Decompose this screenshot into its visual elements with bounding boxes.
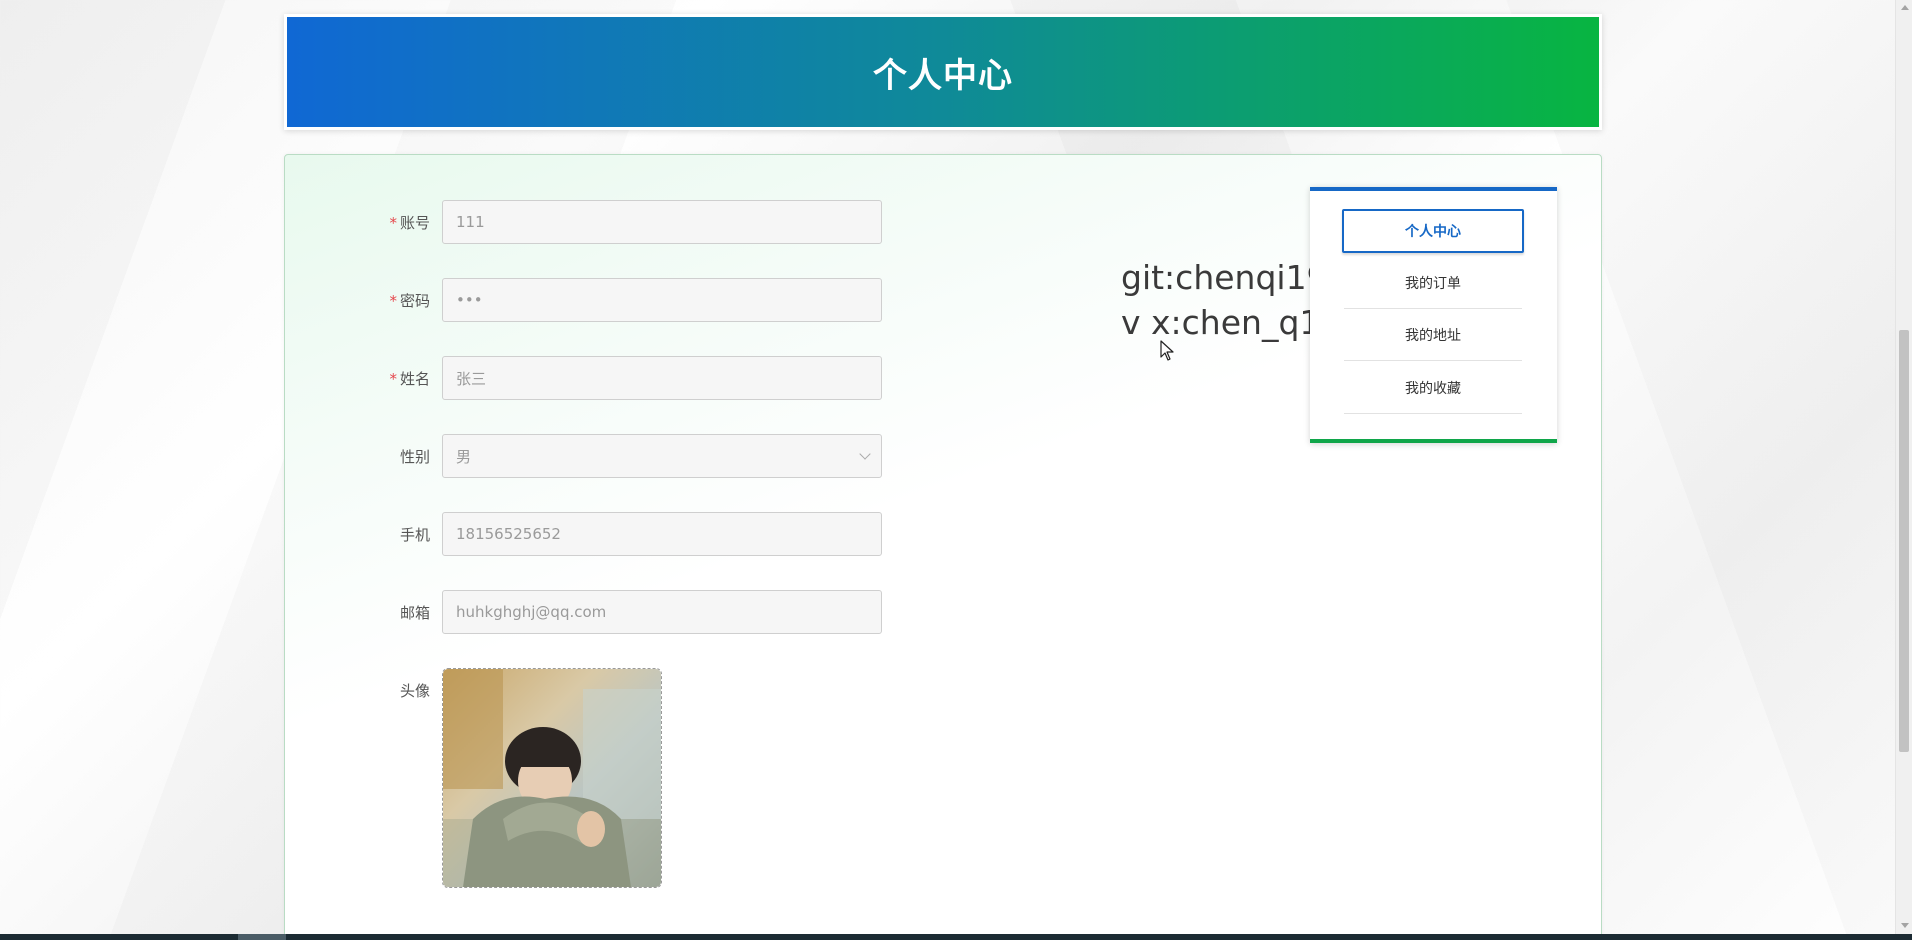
avatar-upload[interactable] xyxy=(442,668,662,888)
email-label-text: 邮箱 xyxy=(399,603,430,622)
gender-select[interactable]: 男 xyxy=(442,434,882,478)
page-scrollbar[interactable] xyxy=(1895,0,1912,934)
required-mark: * xyxy=(389,213,397,232)
password-label-text: 密码 xyxy=(399,291,430,310)
name-row: * 姓名 张三 xyxy=(285,356,882,400)
password-label: * 密码 xyxy=(285,290,442,311)
account-row: * 账号 111 xyxy=(285,200,882,244)
required-mark: * xyxy=(389,369,397,388)
mouse-pointer-icon xyxy=(1160,340,1174,361)
avatar-row: 头像 xyxy=(285,668,662,888)
phone-field[interactable]: 18156525652 xyxy=(442,512,882,556)
gender-select-value: 男 xyxy=(456,447,472,466)
gender-label-text: 性别 xyxy=(399,447,430,466)
scroll-thumb[interactable] xyxy=(1899,330,1909,752)
email-label: 邮箱 xyxy=(285,602,442,623)
taskbar-edge xyxy=(0,934,1912,940)
avatar-label: 头像 xyxy=(285,668,442,701)
menu-item-favorites[interactable]: 我的收藏 xyxy=(1344,362,1522,414)
password-field[interactable]: ••• xyxy=(442,278,882,322)
scroll-up-icon[interactable] xyxy=(1901,5,1909,10)
phone-row: 手机 18156525652 xyxy=(285,512,882,556)
account-label: * 账号 xyxy=(285,212,442,233)
gender-row: 性别 男 xyxy=(285,434,882,478)
email-row: 邮箱 huhkghghj@qq.com xyxy=(285,590,882,634)
avatar-label-text: 头像 xyxy=(399,682,430,700)
name-label-text: 姓名 xyxy=(399,369,430,388)
required-mark: * xyxy=(389,291,397,310)
email-field[interactable]: huhkghghj@qq.com xyxy=(442,590,882,634)
name-label: * 姓名 xyxy=(285,368,442,389)
phone-label-text: 手机 xyxy=(399,525,430,544)
name-field[interactable]: 张三 xyxy=(442,356,882,400)
taskbar-segment xyxy=(238,934,286,940)
account-label-text: 账号 xyxy=(399,213,430,232)
header-banner: 个人中心 xyxy=(287,17,1599,127)
phone-label: 手机 xyxy=(285,524,442,545)
gender-label: 性别 xyxy=(285,446,442,467)
menu-item-profile[interactable]: 个人中心 xyxy=(1342,209,1524,253)
page-title: 个人中心 xyxy=(873,55,1013,96)
side-menu: 个人中心 我的订单 我的地址 我的收藏 xyxy=(1310,187,1557,443)
menu-item-address[interactable]: 我的地址 xyxy=(1344,309,1522,361)
scroll-down-icon[interactable] xyxy=(1901,923,1909,928)
password-row: * 密码 ••• xyxy=(285,278,882,322)
menu-item-orders[interactable]: 我的订单 xyxy=(1344,257,1522,309)
page-header: 个人中心 xyxy=(284,14,1602,130)
account-field[interactable]: 111 xyxy=(442,200,882,244)
avatar-photo xyxy=(443,669,661,887)
chevron-down-icon xyxy=(859,448,871,460)
